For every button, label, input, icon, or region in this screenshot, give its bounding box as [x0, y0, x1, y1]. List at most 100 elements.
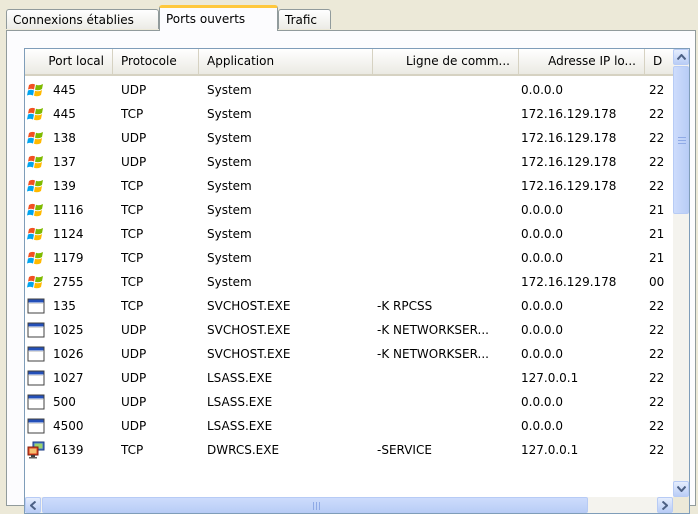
- cell-port-local: 1179: [53, 251, 84, 265]
- cell-adresse-ip-locale: 172.16.129.178: [521, 131, 617, 145]
- horizontal-scrollbar[interactable]: [25, 497, 673, 513]
- cell-protocole: TCP: [121, 299, 144, 313]
- table-row[interactable]: 445 TCP System 172.16.129.178 22: [25, 102, 673, 126]
- cell-d: 00: [649, 275, 665, 289]
- list-header: Port local Protocole Application Ligne d…: [25, 49, 689, 76]
- cell-protocole: UDP: [121, 419, 147, 433]
- table-row[interactable]: 1027 UDP LSASS.EXE 127.0.0.1 22: [25, 366, 673, 390]
- cell-ligne-de-commande: [377, 198, 517, 222]
- cell-adresse-ip-locale: 0.0.0.0: [521, 299, 563, 313]
- cell-protocole: TCP: [121, 443, 144, 457]
- scrollbar-corner: [673, 497, 689, 513]
- cell-port-local: 6139: [53, 443, 84, 457]
- grip-icon: [678, 137, 686, 144]
- cell-adresse-ip-locale: 172.16.129.178: [521, 179, 617, 193]
- cell-adresse-ip-locale: 0.0.0.0: [521, 395, 563, 409]
- cell-d: 21: [649, 251, 665, 265]
- cell-application: LSASS.EXE: [207, 395, 273, 409]
- cell-protocole: TCP: [121, 251, 144, 265]
- cell-d: 22: [649, 443, 665, 457]
- cell-ligne-de-commande: [377, 150, 517, 174]
- tab-connexions-etablies[interactable]: Connexions établies: [6, 9, 159, 29]
- cell-application: SVCHOST.EXE: [207, 323, 291, 337]
- cell-protocole: UDP: [121, 371, 147, 385]
- table-row[interactable]: 137 UDP System 172.16.129.178 22: [25, 150, 673, 174]
- cell-port-local: 4500: [53, 419, 84, 433]
- scroll-left-button[interactable]: [25, 497, 41, 513]
- cell-application: System: [207, 179, 252, 193]
- cell-port-local: 139: [53, 179, 76, 193]
- scroll-up-button[interactable]: [673, 49, 689, 65]
- cell-application: System: [207, 203, 252, 217]
- table-row[interactable]: 135 TCP SVCHOST.EXE -K RPCSS 0.0.0.0 22: [25, 294, 673, 318]
- cell-port-local: 135: [53, 299, 76, 313]
- table-row[interactable]: 1116 TCP System 0.0.0.0 21: [25, 198, 673, 222]
- cell-d: 22: [649, 83, 665, 97]
- column-header-port-local[interactable]: Port local: [25, 49, 113, 74]
- scroll-down-button[interactable]: [673, 481, 689, 497]
- cell-adresse-ip-locale: 0.0.0.0: [521, 83, 563, 97]
- cell-ligne-de-commande: [377, 78, 517, 102]
- cell-ligne-de-commande: [377, 414, 517, 438]
- table-row[interactable]: 1179 TCP System 0.0.0.0 21: [25, 246, 673, 270]
- table-row[interactable]: 1026 UDP SVCHOST.EXE -K NETWORKSER... 0.0.0.…: [25, 342, 673, 366]
- cell-d: 22: [649, 371, 665, 385]
- cell-adresse-ip-locale: 127.0.0.1: [521, 371, 579, 385]
- table-row[interactable]: 2755 TCP System 172.16.129.178 00: [25, 270, 673, 294]
- grip-icon: [313, 502, 320, 510]
- column-header-protocole[interactable]: Protocole: [113, 49, 199, 74]
- cell-application: DWRCS.EXE: [207, 443, 280, 457]
- cell-application: SVCHOST.EXE: [207, 299, 291, 313]
- cell-d: 21: [649, 203, 665, 217]
- vertical-scroll-thumb[interactable]: [673, 66, 689, 214]
- cell-port-local: 1124: [53, 227, 84, 241]
- cell-application: LSASS.EXE: [207, 419, 273, 433]
- cell-port-local: 1027: [53, 371, 84, 385]
- cell-adresse-ip-locale: 0.0.0.0: [521, 419, 563, 433]
- tab-trafic[interactable]: Trafic: [278, 9, 331, 29]
- table-row[interactable]: 6139 TCP DWRCS.EXE -SERVICE 127.0.0.1 22: [25, 438, 673, 462]
- cell-ligne-de-commande: [377, 222, 517, 246]
- cell-protocole: TCP: [121, 107, 144, 121]
- cell-protocole: UDP: [121, 155, 147, 169]
- table-row[interactable]: 500 UDP LSASS.EXE 0.0.0.0 22: [25, 390, 673, 414]
- vertical-scrollbar[interactable]: [673, 49, 689, 497]
- table-row[interactable]: 1025 UDP SVCHOST.EXE -K NETWORKSER... 0.0.0.…: [25, 318, 673, 342]
- cell-application: System: [207, 251, 252, 265]
- scroll-right-button[interactable]: [657, 497, 673, 513]
- cell-application: LSASS.EXE: [207, 371, 273, 385]
- cell-d: 22: [649, 107, 665, 121]
- ports-list[interactable]: Port local Protocole Application Ligne d…: [24, 48, 690, 514]
- cell-application: System: [207, 83, 252, 97]
- arrow-up-icon: [676, 54, 686, 60]
- column-header-adresse-ip-locale[interactable]: Adresse IP lo...: [519, 49, 645, 74]
- cell-application: SVCHOST.EXE: [207, 347, 291, 361]
- cell-protocole: TCP: [121, 179, 144, 193]
- arrow-left-icon: [30, 500, 36, 510]
- cell-ligne-de-commande: [377, 366, 517, 390]
- cell-adresse-ip-locale: 127.0.0.1: [521, 443, 579, 457]
- cell-ligne-de-commande: -K NETWORKSER...: [377, 323, 489, 337]
- cell-protocole: UDP: [121, 347, 147, 361]
- cell-d: 22: [649, 395, 665, 409]
- table-row[interactable]: 1124 TCP System 0.0.0.0 21: [25, 222, 673, 246]
- table-row[interactable]: 138 UDP System 172.16.129.178 22: [25, 126, 673, 150]
- horizontal-scroll-thumb[interactable]: [42, 497, 588, 513]
- column-header-ligne-de-commande[interactable]: Ligne de comm...: [373, 49, 519, 74]
- cell-adresse-ip-locale: 0.0.0.0: [521, 251, 563, 265]
- cell-ligne-de-commande: [377, 102, 517, 126]
- cell-port-local: 445: [53, 107, 76, 121]
- cell-protocole: TCP: [121, 203, 144, 217]
- tab-ports-ouverts[interactable]: Ports ouverts: [159, 5, 278, 31]
- cell-ligne-de-commande: [377, 126, 517, 150]
- cell-protocole: TCP: [121, 275, 144, 289]
- cell-application: System: [207, 227, 252, 241]
- cell-adresse-ip-locale: 172.16.129.178: [521, 155, 617, 169]
- table-row[interactable]: 139 TCP System 172.16.129.178 22: [25, 174, 673, 198]
- tab-panel: Port local Protocole Application Ligne d…: [6, 30, 696, 514]
- cell-adresse-ip-locale: 0.0.0.0: [521, 347, 563, 361]
- arrow-down-icon: [676, 486, 686, 492]
- table-row[interactable]: 445 UDP System 0.0.0.0 22: [25, 78, 673, 102]
- column-header-application[interactable]: Application: [199, 49, 373, 74]
- table-row[interactable]: 4500 UDP LSASS.EXE 0.0.0.0 22: [25, 414, 673, 438]
